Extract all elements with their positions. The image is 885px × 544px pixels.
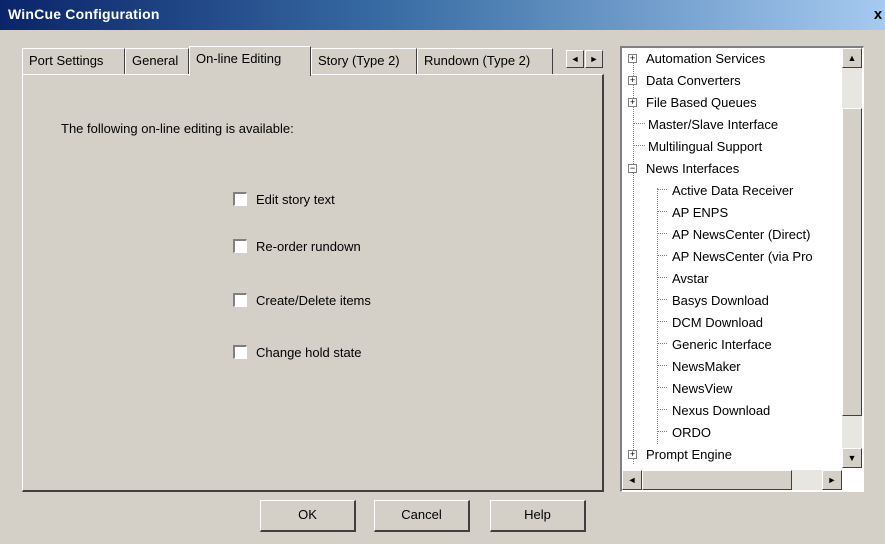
tree-connector [657,299,667,300]
tree-item-master-slave-interface[interactable]: Master/Slave Interface [648,114,778,136]
tree-item-data-converters[interactable]: Data Converters [646,70,741,92]
tree-connector [657,233,667,234]
tree-connector [657,431,667,432]
cancel-button[interactable]: Cancel [374,500,470,532]
collapse-icon[interactable]: − [628,164,637,173]
tree-item-ap-enps[interactable]: AP ENPS [672,202,728,224]
tree-item-prompt-engine[interactable]: Prompt Engine [646,444,732,466]
scroll-right-icon[interactable]: ► [822,470,842,490]
tree-connector [633,123,645,124]
online-editing-panel: The following on-line editing is availab… [22,74,604,492]
tree-connector [657,343,667,344]
change-hold-state-checkbox[interactable] [233,345,247,359]
tree-item-ordo[interactable]: ORDO [672,422,711,444]
tree-connector [657,255,667,256]
tree-connector [657,321,667,322]
change-hold-state-label: Change hold state [256,344,362,360]
ok-button[interactable]: OK [260,500,356,532]
tree-item-newsview[interactable]: NewsView [672,378,732,400]
expand-icon[interactable]: + [628,54,637,63]
tree-item-news-interfaces[interactable]: News Interfaces [646,158,739,180]
tree-connector [657,365,667,366]
tree-connector [657,409,667,410]
reorder-rundown-checkbox[interactable] [233,239,247,253]
tree-item-automation-services[interactable]: Automation Services [646,48,765,70]
tree-item-ap-newscenter-via-pro[interactable]: AP NewsCenter (via Pro [672,246,813,268]
tree-vertical-scrollbar[interactable]: ▲ ▼ [842,48,862,468]
tab-online-editing[interactable]: On-line Editing [189,46,311,76]
vertical-scroll-thumb[interactable] [842,108,862,416]
tab-port-settings[interactable]: Port Settings [22,48,125,74]
tree-item-active-data-receiver[interactable]: Active Data Receiver [672,180,793,202]
tree-item-file-based-queues[interactable]: File Based Queues [646,92,757,114]
expand-icon[interactable]: + [628,98,637,107]
close-icon[interactable]: x [871,6,885,24]
change-hold-state-option[interactable]: Change hold state [233,343,362,361]
tree-item-generic-interface[interactable]: Generic Interface [672,334,772,356]
tree-item-multilingual-support[interactable]: Multilingual Support [648,136,762,158]
tab-story-type-2[interactable]: Story (Type 2) [311,48,417,74]
reorder-rundown-label: Re-order rundown [256,238,361,254]
tab-rundown-type-2[interactable]: Rundown (Type 2) [417,48,553,74]
tree-horizontal-scrollbar[interactable]: ◄ ► [622,470,842,490]
window-title: WinCue Configuration [8,6,160,22]
tab-scroll-right-icon[interactable]: ► [585,50,603,68]
tree-root-line [633,56,634,464]
edit-story-text-label: Edit story text [256,191,335,207]
tree-item-nexus-download[interactable]: Nexus Download [672,400,770,422]
tab-scroll-left-icon[interactable]: ◄ [566,50,584,68]
scroll-left-icon[interactable]: ◄ [622,470,642,490]
intro-text: The following on-line editing is availab… [61,121,294,136]
reorder-rundown-option[interactable]: Re-order rundown [233,237,361,255]
tab-general[interactable]: General [125,48,189,74]
expand-icon[interactable]: + [628,76,637,85]
scroll-down-icon[interactable]: ▼ [842,448,862,468]
tree-item-newsmaker[interactable]: NewsMaker [672,356,741,378]
tree-connector [657,277,667,278]
edit-story-text-checkbox[interactable] [233,192,247,206]
interfaces-tree-view[interactable]: + Automation Services + Data Converters … [620,46,864,492]
tree-item-dcm-download[interactable]: DCM Download [672,312,763,334]
create-delete-items-option[interactable]: Create/Delete items [233,291,371,309]
tree-connector [657,189,667,190]
create-delete-items-checkbox[interactable] [233,293,247,307]
scroll-up-icon[interactable]: ▲ [842,48,862,68]
edit-story-text-option[interactable]: Edit story text [233,190,335,208]
horizontal-scroll-thumb[interactable] [642,470,792,490]
wincue-configuration-dialog: WinCue Configuration x Port Settings Gen… [0,0,885,544]
tree-item-ap-newscenter-direct[interactable]: AP NewsCenter (Direct) [672,224,810,246]
tree-branch-line [657,188,658,444]
tree-item-avstar[interactable]: Avstar [672,268,709,290]
help-button[interactable]: Help [490,500,586,532]
create-delete-items-label: Create/Delete items [256,292,371,308]
expand-icon[interactable]: + [628,450,637,459]
tree-connector [633,145,645,146]
tree-connector [657,211,667,212]
title-bar[interactable]: WinCue Configuration x [0,0,885,30]
tree-item-basys-download[interactable]: Basys Download [672,290,769,312]
tree-connector [657,387,667,388]
